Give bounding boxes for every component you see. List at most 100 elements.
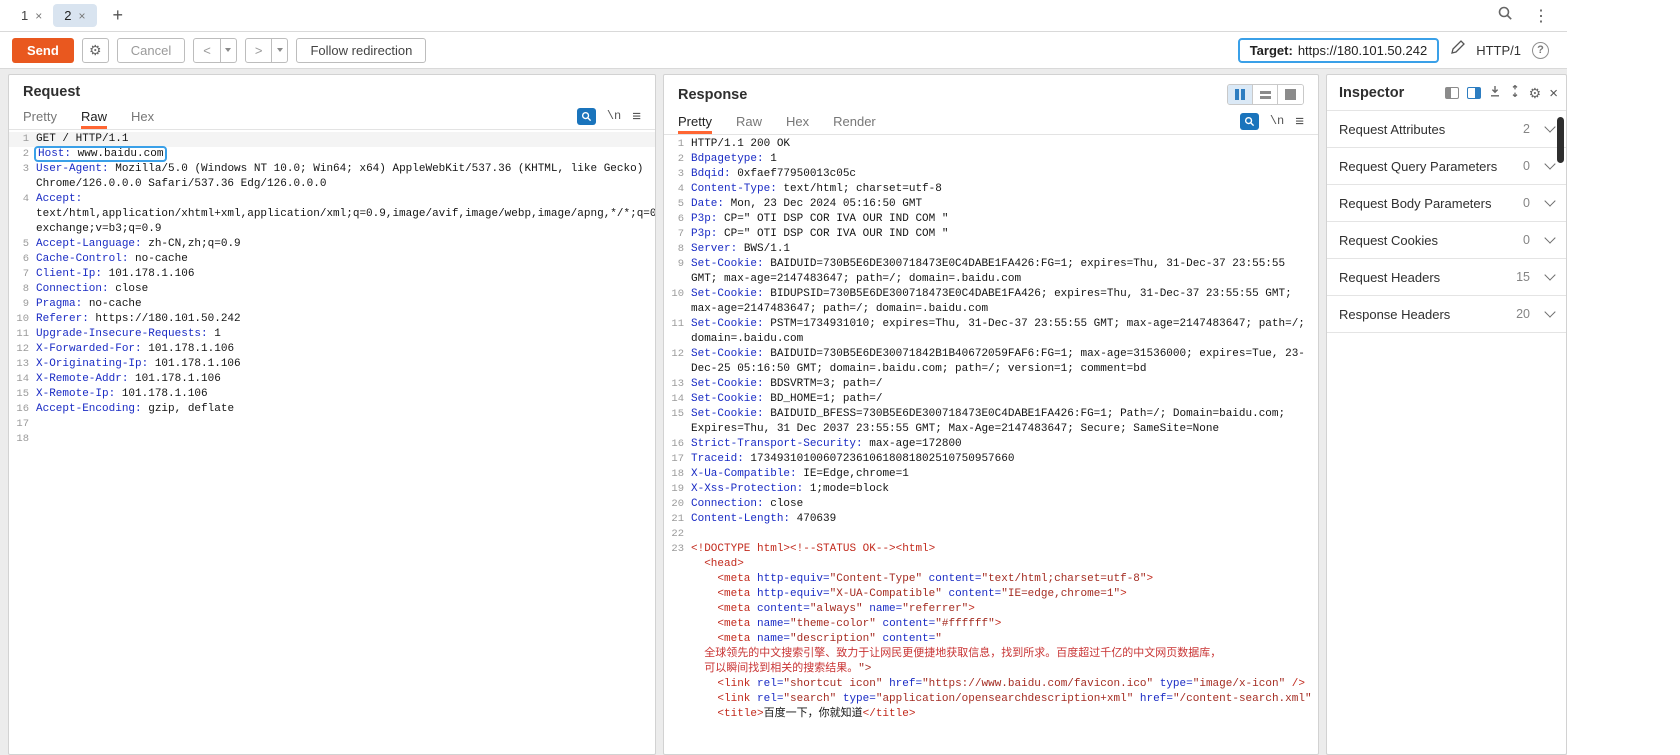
editor-line[interactable]: 13X-Originating-Ip: 101.178.1.106	[9, 357, 655, 372]
editor-search-icon[interactable]	[577, 108, 596, 125]
editor-line[interactable]: 19X-Xss-Protection: 1;mode=block	[664, 482, 1318, 497]
send-settings-button[interactable]: ⚙	[82, 38, 109, 63]
inspector-settings-gear-icon[interactable]: ⚙	[1529, 86, 1542, 100]
inspector-section-request-attributes[interactable]: Request Attributes2	[1327, 111, 1566, 148]
response-tab-pretty[interactable]: Pretty	[678, 108, 712, 134]
http-version-selector[interactable]: HTTP/1	[1476, 43, 1521, 58]
editor-line[interactable]: 1HTTP/1.1 200 OK	[664, 137, 1318, 152]
repeater-tab-1[interactable]: 1 ×	[10, 4, 53, 27]
response-editor[interactable]: 1HTTP/1.1 200 OK2Bdpagetype: 13Bdqid: 0x…	[664, 135, 1318, 754]
response-tab-hex[interactable]: Hex	[786, 108, 809, 134]
layout-columns-button[interactable]	[1228, 85, 1253, 104]
show-newlines-toggle[interactable]: \n	[1270, 114, 1284, 128]
editor-line[interactable]: 2Bdpagetype: 1	[664, 152, 1318, 167]
follow-redirection-button[interactable]: Follow redirection	[296, 38, 426, 63]
editor-line[interactable]: <link rel="search" type="application/ope…	[664, 692, 1318, 707]
editor-line[interactable]: 11Upgrade-Insecure-Requests: 1	[9, 327, 655, 342]
request-tab-hex[interactable]: Hex	[131, 103, 154, 129]
editor-line[interactable]: 9Set-Cookie: BAIDUID=730B5E6DE300718473E…	[664, 257, 1318, 287]
editor-line[interactable]: 8Connection: close	[9, 282, 655, 297]
editor-line[interactable]: 4Content-Type: text/html; charset=utf-8	[664, 182, 1318, 197]
editor-line[interactable]: 6P3p: CP=" OTI DSP COR IVA OUR IND COM "	[664, 212, 1318, 227]
scrollbar-thumb[interactable]	[1557, 117, 1564, 163]
editor-line[interactable]: 16Strict-Transport-Security: max-age=172…	[664, 437, 1318, 452]
request-tab-pretty[interactable]: Pretty	[23, 103, 57, 129]
layout-single-button[interactable]	[1278, 85, 1303, 104]
expand-collapse-icon[interactable]	[1509, 84, 1521, 102]
editor-line[interactable]: 2Host: www.baidu.com	[9, 147, 655, 162]
inspector-section-response-headers[interactable]: Response Headers20	[1327, 296, 1566, 333]
editor-line[interactable]: 6Cache-Control: no-cache	[9, 252, 655, 267]
repeater-tab-2[interactable]: 2 ×	[53, 4, 96, 27]
cancel-button[interactable]: Cancel	[117, 38, 185, 63]
editor-line[interactable]: 17Traceid: 17349310100607236106180818025…	[664, 452, 1318, 467]
editor-line[interactable]: 16Accept-Encoding: gzip, deflate	[9, 402, 655, 417]
target-field[interactable]: Target: https://180.101.50.242	[1238, 38, 1440, 63]
editor-line[interactable]: <title>百度一下，你就知道</title>	[664, 707, 1318, 722]
inspector-section-request-headers[interactable]: Request Headers15	[1327, 259, 1566, 296]
editor-line[interactable]: 8Server: BWS/1.1	[664, 242, 1318, 257]
editor-line[interactable]: 全球领先的中文搜索引擎、致力于让网民更便捷地获取信息，找到所求。百度超过千亿的中…	[664, 647, 1318, 662]
forward-dropdown-button[interactable]	[272, 38, 288, 63]
editor-line[interactable]: 4Accept: text/html,application/xhtml+xml…	[9, 192, 655, 237]
editor-line[interactable]: 1GET / HTTP/1.1	[9, 132, 655, 147]
response-tab-render[interactable]: Render	[833, 108, 876, 134]
editor-line[interactable]: 5Accept-Language: zh-CN,zh;q=0.9	[9, 237, 655, 252]
request-tab-raw[interactable]: Raw	[81, 103, 107, 129]
new-tab-button[interactable]: +	[107, 5, 130, 26]
editor-line[interactable]: 18X-Ua-Compatible: IE=Edge,chrome=1	[664, 467, 1318, 482]
editor-menu-icon[interactable]: ≡	[1295, 113, 1304, 130]
editor-line[interactable]: 11Set-Cookie: PSTM=1734931010; expires=T…	[664, 317, 1318, 347]
editor-line[interactable]: 12X-Forwarded-For: 101.178.1.106	[9, 342, 655, 357]
editor-search-icon[interactable]	[1240, 113, 1259, 130]
back-button[interactable]: <	[193, 38, 221, 63]
forward-button[interactable]: >	[245, 38, 273, 63]
close-tab-icon[interactable]: ×	[35, 10, 42, 22]
editor-line[interactable]: 14X-Remote-Addr: 101.178.1.106	[9, 372, 655, 387]
inspector-close-icon[interactable]: ×	[1549, 86, 1558, 101]
editor-line[interactable]: 22	[664, 527, 1318, 542]
editor-line[interactable]: <link rel="shortcut icon" href="https://…	[664, 677, 1318, 692]
editor-line[interactable]: 13Set-Cookie: BDSVRTM=3; path=/	[664, 377, 1318, 392]
editor-line[interactable]: <meta http-equiv="Content-Type" content=…	[664, 572, 1318, 587]
editor-line[interactable]: 12Set-Cookie: BAIDUID=730B5E6DE30071842B…	[664, 347, 1318, 377]
editor-line[interactable]: 18	[9, 432, 655, 447]
editor-line[interactable]: <meta name="theme-color" content="#fffff…	[664, 617, 1318, 632]
editor-line[interactable]: <head>	[664, 557, 1318, 572]
editor-line[interactable]: <meta http-equiv="X-UA-Compatible" conte…	[664, 587, 1318, 602]
editor-line[interactable]: 20Connection: close	[664, 497, 1318, 512]
editor-line[interactable]: 可以瞬间找到相关的搜索结果。">	[664, 662, 1318, 677]
editor-line[interactable]: 15X-Remote-Ip: 101.178.1.106	[9, 387, 655, 402]
editor-line[interactable]: 9Pragma: no-cache	[9, 297, 655, 312]
collapse-all-icon[interactable]	[1489, 84, 1501, 102]
response-tab-raw[interactable]: Raw	[736, 108, 762, 134]
editor-menu-icon[interactable]: ≡	[632, 108, 641, 125]
editor-line[interactable]: 5Date: Mon, 23 Dec 2024 05:16:50 GMT	[664, 197, 1318, 212]
show-newlines-toggle[interactable]: \n	[607, 109, 621, 123]
help-icon[interactable]: ?	[1532, 42, 1549, 59]
back-dropdown-button[interactable]	[221, 38, 237, 63]
inspector-section-request-cookies[interactable]: Request Cookies0	[1327, 222, 1566, 259]
layout-rows-button[interactable]	[1253, 85, 1278, 104]
close-tab-icon[interactable]: ×	[78, 10, 85, 22]
editor-line[interactable]: 3User-Agent: Mozilla/5.0 (Windows NT 10.…	[9, 162, 655, 192]
editor-line[interactable]: 23<!DOCTYPE html><!--STATUS OK--><html>	[664, 542, 1318, 557]
search-icon[interactable]	[1497, 5, 1513, 26]
inspector-dock-icon[interactable]	[1445, 87, 1459, 99]
inspector-section-request-query-parameters[interactable]: Request Query Parameters0	[1327, 148, 1566, 185]
editor-line[interactable]: 7Client-Ip: 101.178.1.106	[9, 267, 655, 282]
editor-line[interactable]: 10Set-Cookie: BIDUPSID=730B5E6DE30071847…	[664, 287, 1318, 317]
editor-line[interactable]: 3Bdqid: 0xfaef77950013c05c	[664, 167, 1318, 182]
request-editor[interactable]: 1GET / HTTP/1.12Host: www.baidu.com3User…	[9, 130, 655, 754]
inspector-dock-active-icon[interactable]	[1467, 87, 1481, 99]
editor-line[interactable]: 14Set-Cookie: BD_HOME=1; path=/	[664, 392, 1318, 407]
editor-line[interactable]: 15Set-Cookie: BAIDUID_BFESS=730B5E6DE300…	[664, 407, 1318, 437]
kebab-menu-icon[interactable]: ⋮	[1533, 6, 1549, 26]
edit-target-pencil-icon[interactable]	[1450, 40, 1465, 60]
editor-line[interactable]: 7P3p: CP=" OTI DSP COR IVA OUR IND COM "	[664, 227, 1318, 242]
editor-line[interactable]: 10Referer: https://180.101.50.242	[9, 312, 655, 327]
editor-line[interactable]: 21Content-Length: 470639	[664, 512, 1318, 527]
editor-line[interactable]: <meta name="description" content="	[664, 632, 1318, 647]
send-button[interactable]: Send	[12, 38, 74, 63]
inspector-section-request-body-parameters[interactable]: Request Body Parameters0	[1327, 185, 1566, 222]
